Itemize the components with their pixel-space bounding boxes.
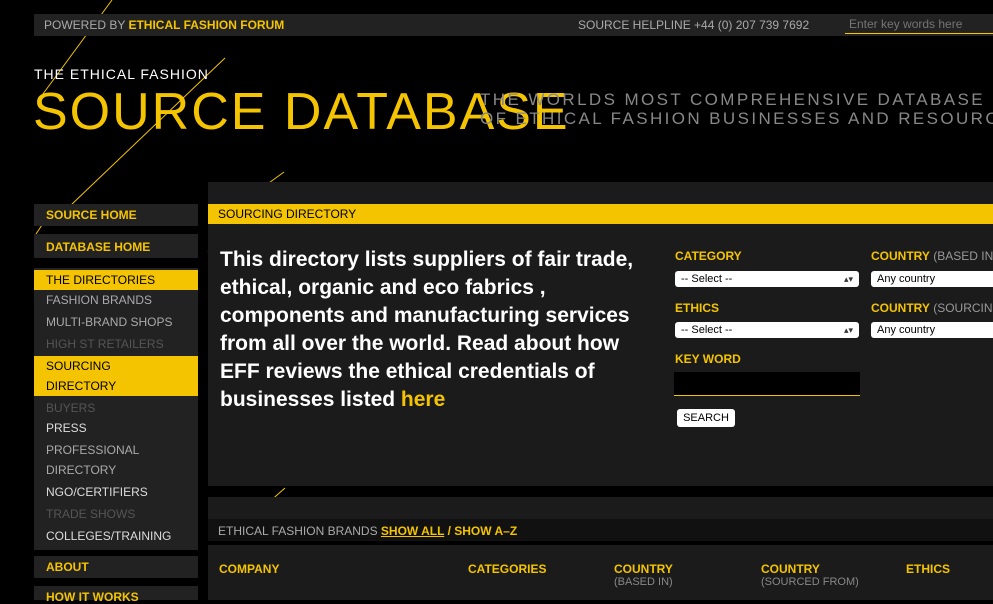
sidebar-item-ngo-certifiers[interactable]: NGO/CERTIFIERS — [46, 482, 148, 502]
sidebar-item-buyers[interactable]: BUYERS — [46, 398, 95, 418]
ethics-label: ETHICS — [675, 301, 720, 315]
col-country-based-label: COUNTRY — [614, 562, 673, 576]
tagline-line-2: OF ETHICAL FASHION BUSINESSES AND RESOUR… — [480, 109, 993, 128]
search-button[interactable]: SEARCH — [677, 409, 735, 427]
content-top-strip — [208, 182, 993, 204]
powered-by: POWERED BY ETHICAL FASHION FORUM — [44, 18, 284, 32]
col-country-sourced[interactable]: COUNTRY (SOURCED FROM) — [761, 562, 859, 588]
country-sourcing-label-text: COUNTRY — [871, 301, 930, 315]
sidebar-about[interactable]: ABOUT — [46, 560, 89, 574]
country-sourcing-label-sub: (SOURCING) — [933, 301, 993, 315]
sidebar-item-professional[interactable]: PROFESSIONAL — [46, 440, 139, 460]
ethics-select-value: -- Select -- — [681, 324, 733, 336]
col-country-based[interactable]: COUNTRY (BASED IN) — [614, 562, 673, 588]
country-based-label-sub: (BASED IN) — [929, 249, 993, 263]
helpline: SOURCE HELPLINE +44 (0) 207 739 7692 — [578, 18, 810, 32]
tagline: THE WORLDS MOST COMPREHENSIVE DATABASE O… — [480, 90, 993, 128]
col-country-sourced-label: COUNTRY — [761, 562, 820, 576]
category-select-value: -- Select -- — [681, 273, 733, 285]
col-company[interactable]: COMPANY — [219, 562, 279, 576]
category-label: CATEGORY — [675, 249, 742, 263]
intro-body: This directory lists suppliers of fair t… — [220, 248, 634, 411]
country-sourcing-select[interactable]: Any country — [871, 322, 993, 338]
logo-small: THE ETHICAL FASHION — [34, 66, 209, 82]
brands-title-text: ETHICAL FASHION BRANDS — [218, 524, 381, 538]
country-based-select-value: Any country — [877, 273, 936, 285]
col-country-sourced-sub: (SOURCED FROM) — [761, 576, 859, 588]
ethics-select[interactable]: -- Select -- ▴▾ — [675, 322, 859, 338]
sidebar-item-press[interactable]: PRESS — [46, 418, 87, 438]
search-input[interactable] — [845, 14, 993, 34]
brands-separator: / — [444, 524, 455, 538]
country-sourcing-label: COUNTRY (SOURCING) — [871, 301, 993, 315]
select-arrows-icon: ▴▾ — [843, 274, 853, 284]
sidebar-item-sourcing[interactable]: SOURCING — [34, 356, 198, 376]
brands-title: ETHICAL FASHION BRANDS SHOW ALL / SHOW A… — [218, 524, 517, 538]
intro-text: This directory lists suppliers of fair t… — [220, 246, 660, 414]
sidebar-how-it-works[interactable]: HOW IT WORKS — [46, 590, 139, 604]
keyword-input[interactable] — [674, 372, 860, 396]
country-based-label: COUNTRY (BASED IN) — [871, 249, 993, 263]
sidebar-item-trade-shows[interactable]: TRADE SHOWS — [46, 504, 135, 524]
select-arrows-icon: ▴▾ — [843, 325, 853, 335]
sidebar-item-directories[interactable]: THE DIRECTORIES — [34, 270, 198, 290]
col-ethics[interactable]: ETHICS — [906, 562, 950, 576]
tagline-line-1: THE WORLDS MOST COMPREHENSIVE DATABASE — [480, 90, 985, 109]
country-based-select[interactable]: Any country — [871, 271, 993, 287]
brands-top-strip — [208, 497, 993, 519]
sidebar-item-colleges-training[interactable]: COLLEGES/TRAINING — [46, 526, 171, 546]
col-categories[interactable]: CATEGORIES — [468, 562, 546, 576]
powered-prefix: POWERED BY — [44, 18, 129, 32]
sidebar-source-home[interactable]: SOURCE HOME — [46, 208, 137, 222]
sidebar-database-home[interactable]: DATABASE HOME — [46, 240, 150, 254]
sidebar-item-fashion-brands[interactable]: FASHION BRANDS — [46, 290, 152, 310]
section-title: SOURCING DIRECTORY — [218, 207, 357, 221]
sidebar-item-multi-brand-shops[interactable]: MULTI-BRAND SHOPS — [46, 312, 172, 332]
country-based-label-text: COUNTRY — [871, 249, 930, 263]
show-all-link[interactable]: SHOW ALL — [381, 524, 444, 538]
sidebar-item-high-st-retailers[interactable]: HIGH ST RETAILERS — [46, 334, 164, 354]
show-a-z-link[interactable]: SHOW A–Z — [454, 524, 517, 538]
category-select[interactable]: -- Select -- ▴▾ — [675, 271, 859, 287]
brands-table — [208, 545, 993, 600]
col-country-based-sub: (BASED IN) — [614, 576, 673, 588]
sidebar-item-sourcing-directory[interactable]: DIRECTORY — [34, 376, 198, 396]
country-sourcing-select-value: Any country — [877, 324, 936, 336]
sidebar-item-professional-directory[interactable]: DIRECTORY — [46, 460, 116, 480]
intro-here-link[interactable]: here — [401, 388, 445, 411]
keyword-label: KEY WORD — [675, 352, 741, 366]
powered-by-link[interactable]: ETHICAL FASHION FORUM — [128, 18, 284, 32]
